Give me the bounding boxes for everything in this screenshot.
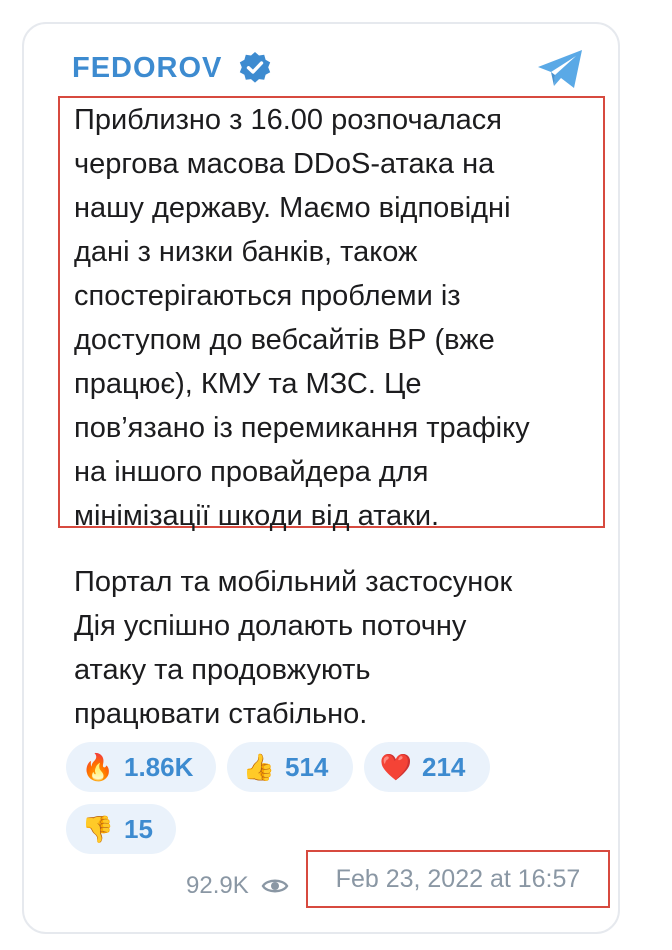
thumbs-down-emoji-icon: 👎 [81, 813, 115, 844]
post-text-paragraph-2: Портал та мобільний застосунок Дія успіш… [74, 566, 513, 730]
reaction-fire[interactable]: 🔥 1.86K [66, 742, 216, 792]
thumbs-up-emoji-icon: 👍 [242, 751, 276, 782]
heart-emoji-icon: ❤️ [379, 751, 413, 782]
reaction-count: 15 [124, 813, 153, 844]
post-text-paragraph-1: Приблизно з 16.00 розпочалася чергова ма… [74, 104, 530, 532]
post-footer: 92.9K [186, 866, 309, 906]
verified-badge-icon [240, 52, 271, 83]
channel-name[interactable]: FEDOROV [72, 52, 222, 85]
reaction-thumbs-up[interactable]: 👍 514 [227, 742, 353, 792]
reaction-heart[interactable]: ❤️ 214 [364, 742, 490, 792]
telegram-logo-icon [538, 50, 582, 88]
fire-emoji-icon: 🔥 [81, 751, 115, 782]
reaction-thumbs-down[interactable]: 👎 15 [66, 804, 176, 854]
post-timestamp[interactable]: Feb 23, 2022 at 16:57 [336, 865, 581, 894]
eye-icon [261, 879, 289, 893]
date-highlight-box: Feb 23, 2022 at 16:57 [306, 850, 610, 908]
reaction-count: 1.86K [124, 751, 194, 782]
view-count: 92.9K [186, 872, 249, 899]
post-header: FEDOROV [72, 44, 272, 92]
reaction-count: 214 [422, 751, 466, 782]
reaction-count: 514 [285, 751, 329, 782]
